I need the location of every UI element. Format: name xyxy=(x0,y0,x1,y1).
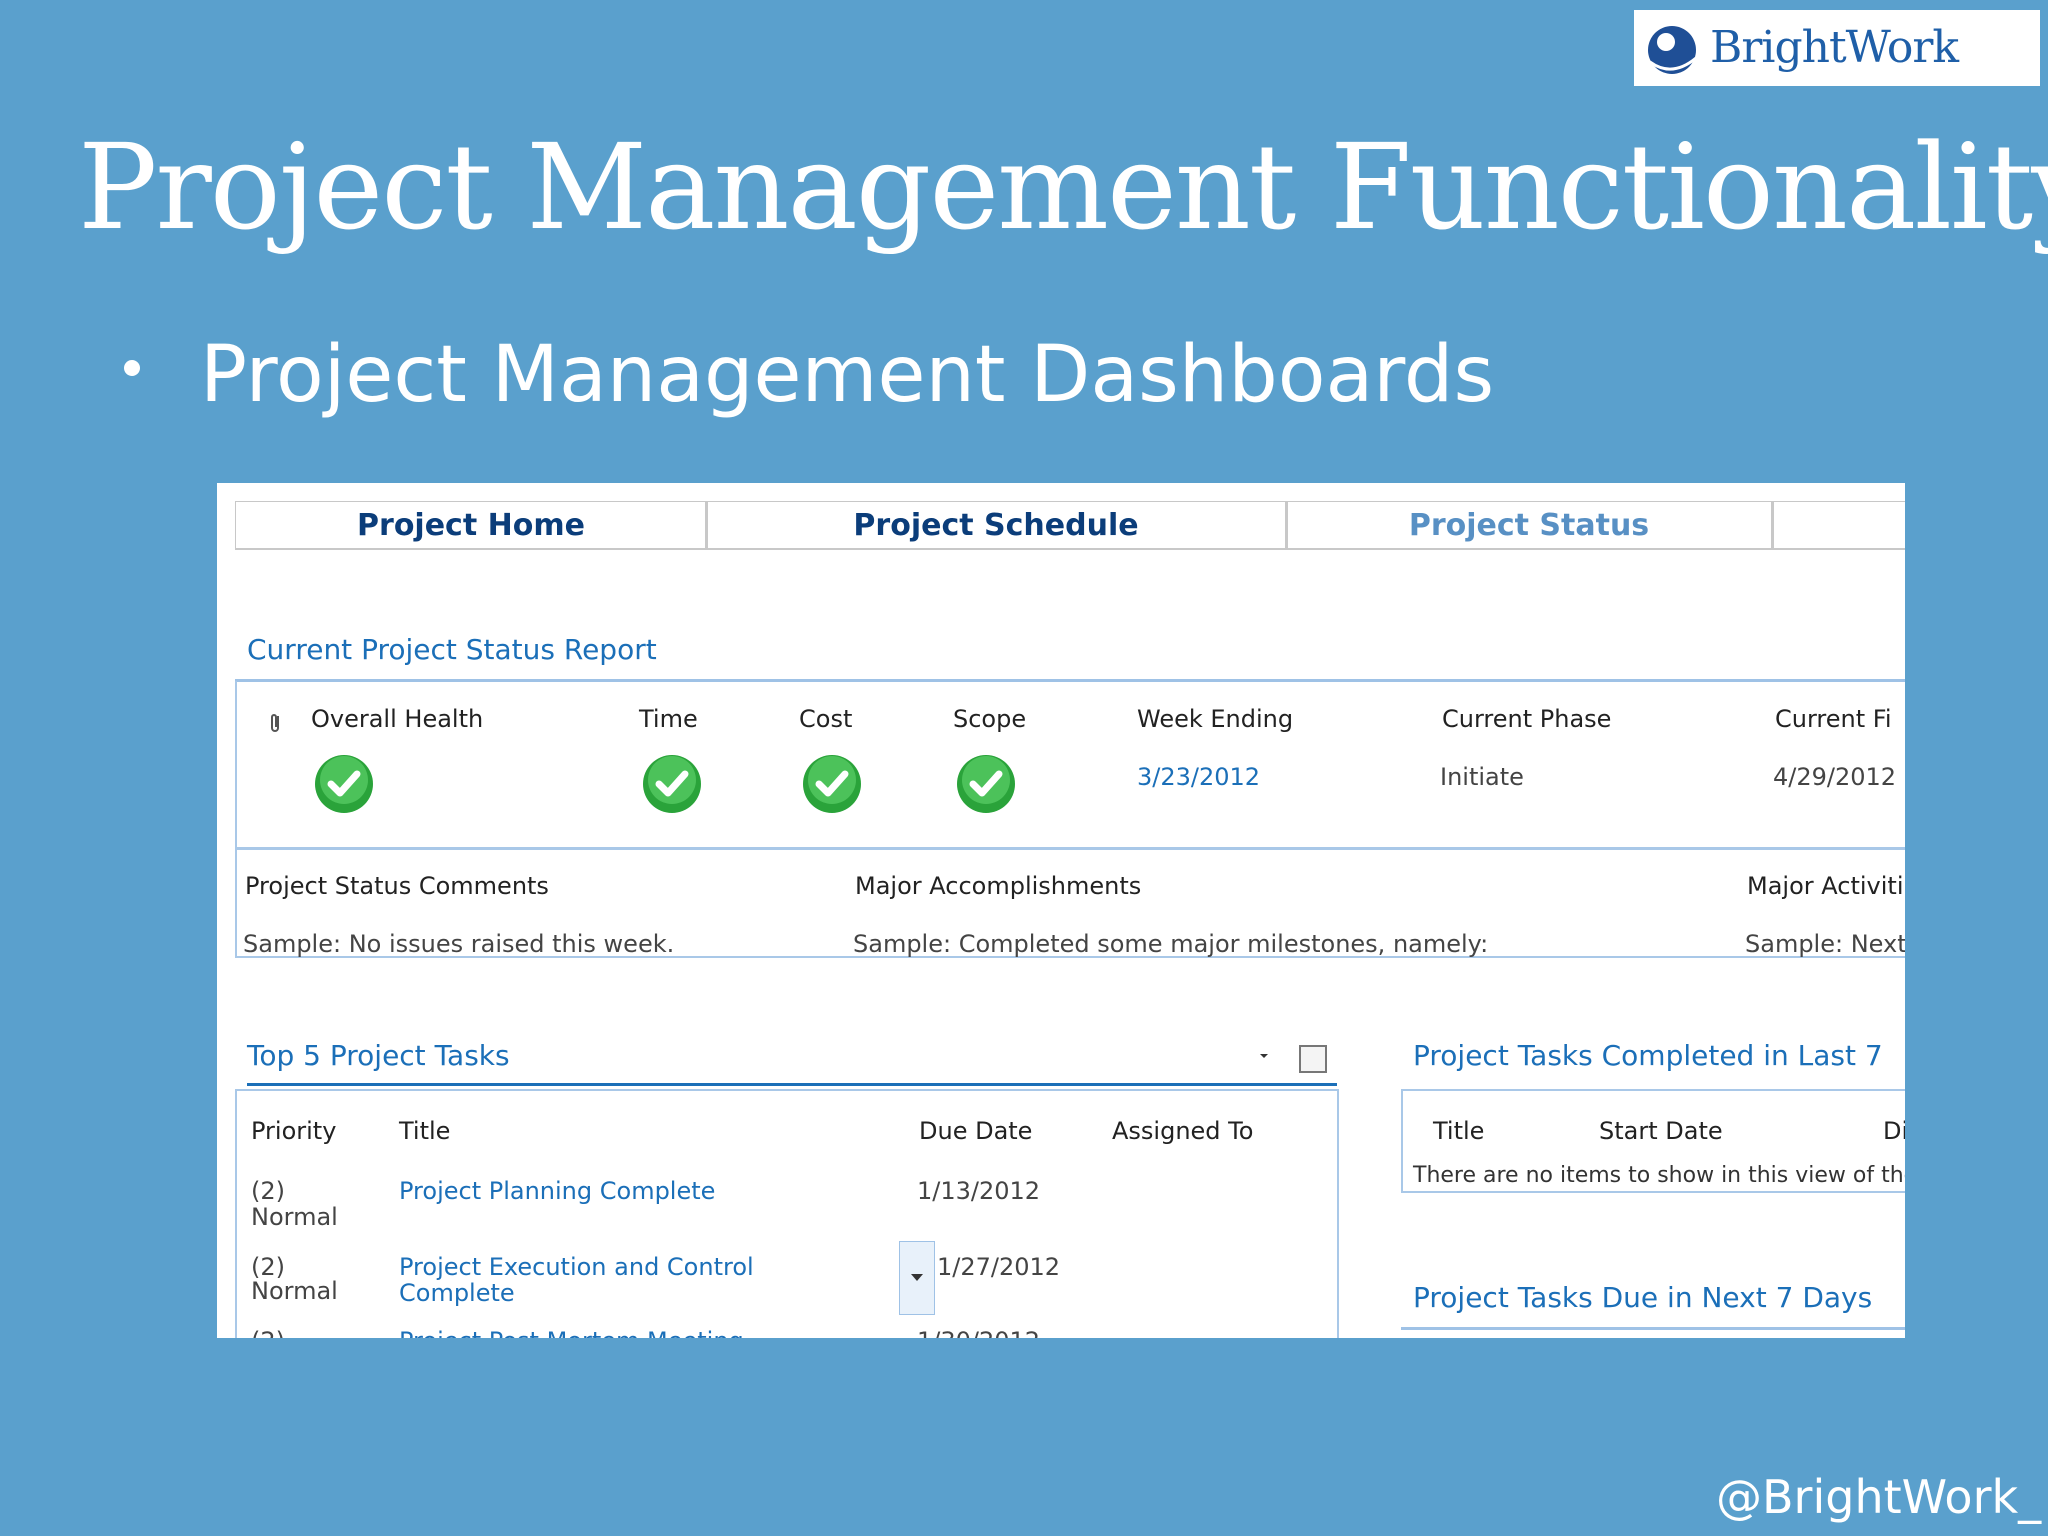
status-report-title: Current Project Status Report xyxy=(247,633,657,666)
week-ending-value[interactable]: 3/23/2012 xyxy=(1137,763,1260,791)
time-check-icon xyxy=(643,755,701,813)
header-overall-health: Overall Health xyxy=(311,705,484,733)
column-due-date[interactable]: Due Date xyxy=(919,1117,1032,1145)
row1-task-title[interactable]: Project Planning Complete xyxy=(399,1177,715,1205)
accomplishments-label: Major Accomplishments xyxy=(855,872,1142,900)
status-comments-value: Sample: No issues raised this week. xyxy=(243,930,675,958)
tasks-title-underline xyxy=(247,1083,1337,1086)
logo-wordmark: BrightWork xyxy=(1710,22,1959,73)
completed-empty-message: There are no items to show in this view … xyxy=(1413,1163,1905,1188)
completed-column-due[interactable]: Di xyxy=(1883,1117,1905,1145)
twitter-handle: @BrightWork_ xyxy=(1716,1470,2042,1524)
tab-project-home[interactable]: Project Home xyxy=(235,502,708,548)
activities-value: Sample: Next xyxy=(1745,930,1905,958)
activities-label: Major Activiti xyxy=(1747,872,1904,900)
row2-due-date: 1/27/2012 xyxy=(937,1253,1061,1281)
top-tasks-title[interactable]: Top 5 Project Tasks xyxy=(247,1039,510,1072)
completed-column-title[interactable]: Title xyxy=(1433,1117,1484,1145)
column-priority[interactable]: Priority xyxy=(251,1117,336,1145)
due-tasks-title[interactable]: Project Tasks Due in Next 7 Days xyxy=(1413,1281,1872,1314)
row-menu-arrow-icon xyxy=(911,1274,923,1281)
tab-bar: Project Home Project Schedule Project St… xyxy=(235,501,1905,550)
current-finish-value: 4/29/2012 xyxy=(1773,763,1897,791)
completed-column-start-date[interactable]: Start Date xyxy=(1599,1117,1723,1145)
header-scope: Scope xyxy=(953,705,1027,733)
brightwork-logo-icon xyxy=(1648,26,1697,74)
accomplishments-value: Sample: Completed some major milestones,… xyxy=(853,930,1489,958)
row2-menu-button[interactable] xyxy=(899,1241,935,1315)
row1-priority-num: (2) xyxy=(251,1177,285,1205)
tab-project-schedule[interactable]: Project Schedule xyxy=(705,502,1288,548)
row3-due-date: 1/30/2012 xyxy=(917,1327,1040,1338)
completed-tasks-title[interactable]: Project Tasks Completed in Last 7 xyxy=(1413,1039,1883,1072)
comments-panel: Project Status Comments Sample: No issue… xyxy=(235,847,1905,958)
tab-overflow[interactable] xyxy=(1771,502,1905,548)
slide-title: Project Management Functionality xyxy=(78,118,2048,256)
completed-tasks-panel: Title Start Date Di There are no items t… xyxy=(1401,1089,1905,1193)
select-checkbox[interactable] xyxy=(1299,1045,1327,1073)
brightwork-logo: BrightWork xyxy=(1634,10,2040,86)
row1-due-date: 1/13/2012 xyxy=(917,1177,1041,1205)
header-current-finish: Current Fi xyxy=(1775,705,1892,733)
scope-check-icon xyxy=(957,755,1015,813)
column-assigned-to[interactable]: Assigned To xyxy=(1112,1117,1253,1145)
due-tasks-divider xyxy=(1401,1327,1905,1330)
row2-task-title-line2[interactable]: Complete xyxy=(399,1279,515,1307)
header-time: Time xyxy=(639,705,698,733)
tab-project-status[interactable]: Project Status xyxy=(1285,502,1774,548)
attachment-icon xyxy=(271,714,279,732)
status-report-panel: Overall Health Time Cost Scope Week Endi… xyxy=(235,681,1905,849)
dashboard-screenshot: Project Home Project Schedule Project St… xyxy=(217,483,1905,1338)
bullet-icon xyxy=(124,360,140,376)
row3-priority-num: (2) xyxy=(251,1327,285,1338)
top-tasks-panel: Priority Title Due Date Assigned To (2) … xyxy=(235,1089,1339,1338)
overall-health-check-icon xyxy=(315,755,373,813)
current-phase-value: Initiate xyxy=(1440,763,1524,791)
header-week-ending: Week Ending xyxy=(1137,705,1294,733)
header-cost: Cost xyxy=(799,705,853,733)
cost-check-icon xyxy=(803,755,861,813)
row3-task-title[interactable]: Project Post Mortem Meeting xyxy=(399,1327,744,1338)
dropdown-arrow-icon[interactable] xyxy=(1257,1051,1271,1061)
status-comments-label: Project Status Comments xyxy=(245,872,549,900)
row2-task-title[interactable]: Project Execution and Control xyxy=(399,1253,754,1281)
header-current-phase: Current Phase xyxy=(1442,705,1612,733)
row2-priority-label: Normal xyxy=(251,1277,338,1305)
column-title[interactable]: Title xyxy=(399,1117,450,1145)
row1-priority-label: Normal xyxy=(251,1203,338,1231)
slide-bullet: Project Management Dashboards xyxy=(200,330,1495,420)
